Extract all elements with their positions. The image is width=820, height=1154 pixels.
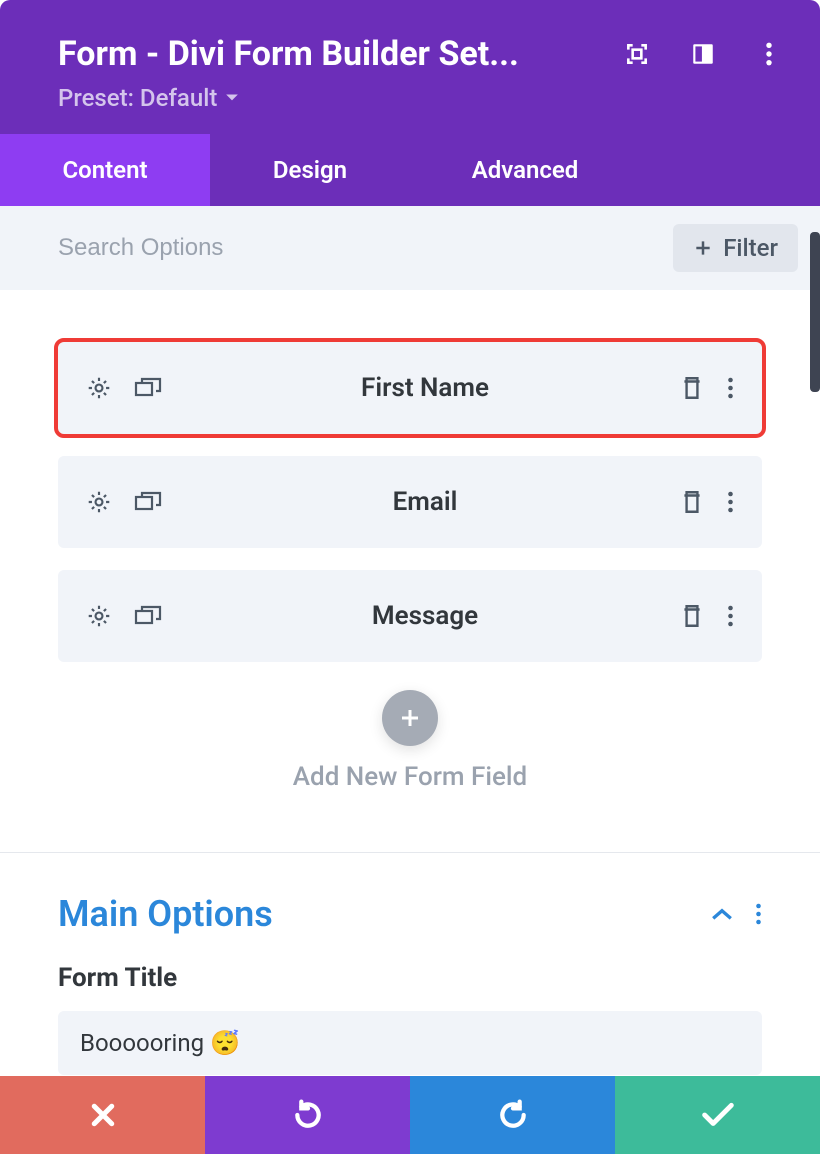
search-row: Filter [0, 206, 820, 290]
field-label: Email [206, 487, 644, 517]
close-icon [88, 1100, 118, 1130]
chevron-up-icon[interactable] [711, 907, 733, 921]
tab-design[interactable]: Design [210, 134, 410, 206]
plus-icon [398, 706, 422, 730]
gear-icon[interactable] [86, 603, 112, 629]
preset-selector[interactable]: Preset: Default [58, 84, 784, 112]
duplicate-icon[interactable] [134, 376, 162, 400]
chevron-down-icon [225, 93, 239, 103]
more-icon[interactable] [727, 376, 734, 400]
save-button[interactable] [615, 1076, 820, 1154]
responsive-icon[interactable] [688, 39, 718, 69]
trash-icon[interactable] [681, 603, 703, 629]
more-icon[interactable] [727, 490, 734, 514]
more-icon[interactable] [727, 604, 734, 628]
panel-header: Form - Divi Form Builder Set... [0, 0, 820, 134]
filter-button[interactable]: Filter [673, 224, 798, 272]
field-row[interactable]: Message [58, 570, 762, 662]
portability-icon[interactable] [622, 39, 652, 69]
check-icon [701, 1102, 735, 1128]
section-title: Main Options [58, 893, 273, 935]
field-row[interactable]: Email [58, 456, 762, 548]
footer-actions [0, 1076, 820, 1154]
gear-icon[interactable] [86, 375, 112, 401]
duplicate-icon[interactable] [134, 490, 162, 514]
trash-icon[interactable] [681, 375, 703, 401]
search-input[interactable] [58, 234, 657, 262]
section-header[interactable]: Main Options [58, 853, 762, 963]
filter-label: Filter [723, 234, 778, 262]
add-field-button[interactable] [382, 690, 438, 746]
trash-icon[interactable] [681, 489, 703, 515]
form-title-input[interactable]: Boooooring 😴 [58, 1011, 762, 1075]
redo-icon [497, 1099, 529, 1131]
gear-icon[interactable] [86, 489, 112, 515]
undo-icon [292, 1099, 324, 1131]
add-field-label: Add New Form Field [58, 762, 762, 792]
duplicate-icon[interactable] [134, 604, 162, 628]
preset-label: Preset: Default [58, 84, 217, 112]
redo-button[interactable] [410, 1076, 615, 1154]
tab-content[interactable]: Content [0, 134, 210, 206]
form-title-label: Form Title [58, 963, 762, 993]
tabs: Content Design Advanced [0, 134, 820, 206]
form-title-value: Boooooring 😴 [80, 1029, 240, 1057]
more-options-icon[interactable] [754, 39, 784, 69]
tab-advanced[interactable]: Advanced [410, 134, 640, 206]
content-area: First Name [0, 290, 820, 1154]
panel-title: Form - Divi Form Builder Set... [58, 34, 519, 74]
section-more-icon[interactable] [755, 902, 762, 926]
field-label: First Name [206, 373, 644, 403]
field-label: Message [206, 601, 644, 631]
plus-icon [693, 238, 713, 258]
undo-button[interactable] [205, 1076, 410, 1154]
cancel-button[interactable] [0, 1076, 205, 1154]
field-row[interactable]: First Name [58, 342, 762, 434]
